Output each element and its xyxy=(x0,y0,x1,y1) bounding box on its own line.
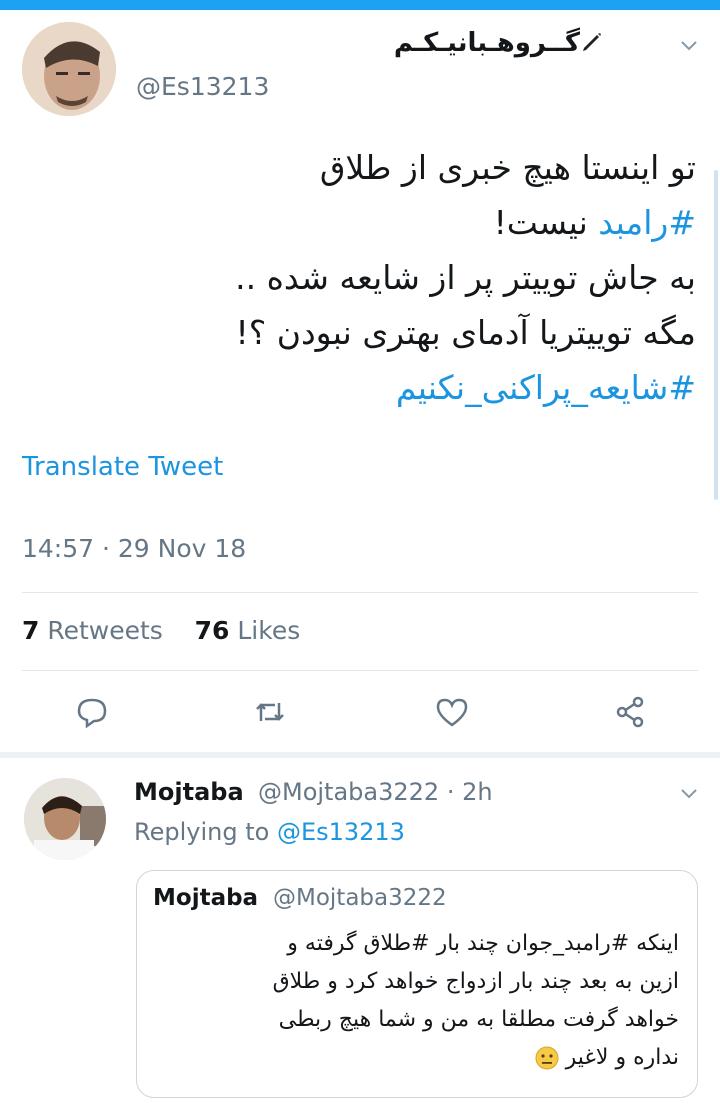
scrollbar[interactable] xyxy=(714,170,718,500)
replying-handle-link[interactable]: @Es13213 xyxy=(277,818,405,846)
user-handle[interactable]: @Es13213 xyxy=(136,72,269,101)
tweet-line: #شایعه_پراکنی_نکنیم xyxy=(16,360,696,415)
retweets-stat[interactable]: 7 Retweets xyxy=(22,616,163,645)
reply-handle-time[interactable]: @Mojtaba3222 · 2h xyxy=(258,778,493,806)
quote-text: اینکه #رامبد_جوان چند بار #طلاق گرفته و … xyxy=(159,925,679,1077)
hashtag-link[interactable]: #شایعه_پراکنی_نکنیم xyxy=(396,368,696,407)
avatar[interactable] xyxy=(22,22,116,116)
neutral-face-emoji xyxy=(535,1046,559,1070)
hashtag-link[interactable]: #رامبد xyxy=(598,203,696,242)
tweet-line: به جاش توییتر پر از شایعه شده .. xyxy=(235,258,696,297)
quote-handle: @Mojtaba3222 xyxy=(273,885,447,911)
divider xyxy=(22,670,698,671)
chevron-down-icon[interactable] xyxy=(680,40,698,52)
pen-icon xyxy=(583,33,601,51)
quote-line: خواهد گرفت مطلقا به من و شما هیچ ربطی xyxy=(278,1007,679,1032)
retweet-icon[interactable] xyxy=(252,694,288,730)
tweet-line: تو اینستا هیچ خبری از طلاق xyxy=(319,148,696,187)
translate-tweet-link[interactable]: Translate Tweet xyxy=(22,452,223,482)
display-name[interactable]: گــروهـبانیـکـم xyxy=(394,28,580,58)
likes-stat[interactable]: 76 Likes xyxy=(195,616,301,645)
engagement-stats: 7 Retweets 76 Likes xyxy=(22,616,300,645)
reply-icon[interactable] xyxy=(74,694,110,730)
chevron-down-icon[interactable] xyxy=(680,788,698,800)
section-separator xyxy=(0,752,720,758)
quote-line: نداره و لاغیر xyxy=(159,1039,679,1077)
tweet-timestamp[interactable]: 14:57 · 29 Nov 18 xyxy=(22,534,246,563)
like-icon[interactable] xyxy=(434,694,470,730)
tweet-line: مگه توییتریا آدمای بهتری نبودن ؟! xyxy=(235,313,696,352)
top-accent-bar xyxy=(0,0,720,10)
quote-display-name: Mojtaba xyxy=(153,885,259,911)
tweet-text: تو اینستا هیچ خبری از طلاق #رامبد نیست! … xyxy=(16,140,696,415)
quote-line: ازین به بعد چند بار ازدواج خواهد کرد و ط… xyxy=(272,969,679,994)
divider xyxy=(22,592,698,593)
replying-to: Replying to @Es13213 xyxy=(134,818,405,846)
reply-display-name[interactable]: Mojtaba xyxy=(134,778,244,806)
share-icon[interactable] xyxy=(612,694,648,730)
tweet-line: #رامبد نیست! xyxy=(493,203,696,242)
reply-avatar[interactable] xyxy=(24,778,106,860)
quoted-tweet[interactable]: Mojtaba @Mojtaba3222 اینکه #رامبد_جوان چ… xyxy=(136,870,698,1098)
quote-line: اینکه #رامبد_جوان چند بار #طلاق گرفته و xyxy=(287,931,679,956)
